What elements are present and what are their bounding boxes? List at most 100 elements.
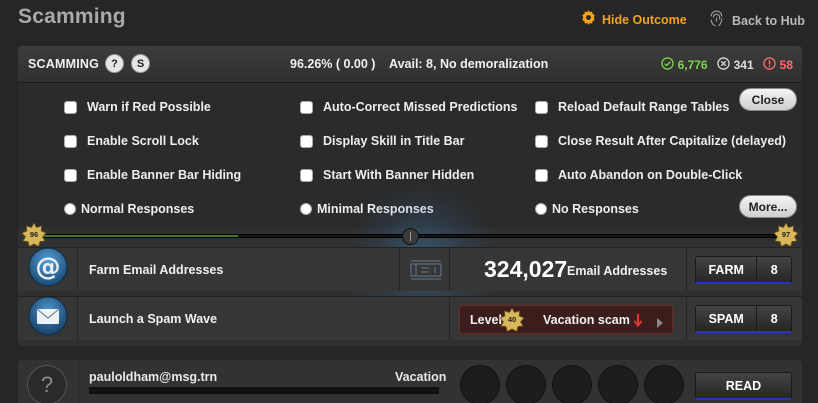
option-warn-red[interactable]: Warn if Red Possible — [64, 100, 211, 114]
progress-slider-handle[interactable] — [402, 228, 419, 245]
checkbox[interactable] — [535, 134, 548, 148]
farm-button[interactable]: FARM 8 — [695, 256, 792, 284]
checkbox[interactable] — [64, 134, 77, 148]
checkbox[interactable] — [300, 168, 313, 182]
email-count: 324,027 — [484, 256, 568, 282]
checkbox[interactable] — [535, 168, 548, 182]
checkbox[interactable] — [64, 168, 77, 182]
top-bar: Scamming Hide Outcome Back to Hub — [0, 0, 818, 38]
radio[interactable] — [64, 203, 76, 215]
at-sign-icon: @ — [28, 247, 68, 292]
back-to-hub-button[interactable]: Back to Hub — [708, 10, 805, 32]
availability-text: Avail: 8, No demoralization — [389, 57, 549, 71]
slot — [598, 365, 638, 403]
column-divider — [449, 297, 450, 340]
down-arrow-icon — [633, 313, 643, 332]
close-button[interactable]: Close — [739, 88, 797, 111]
row-icon-cell: @ — [18, 247, 78, 292]
progress-fill — [36, 235, 238, 237]
row-label: Farm Email Addresses — [89, 263, 224, 277]
level-badge: 40 — [499, 307, 525, 332]
scamming-panel: SCAMMING ? S 96.26% ( 0.00 ) Avail: 8, N… — [18, 46, 802, 346]
checkbox[interactable] — [64, 100, 77, 114]
scam-type-selector[interactable]: Level 40 Vacation scam — [459, 305, 673, 334]
alert-count: 58 — [762, 57, 793, 73]
email-target-card: ? pauloldham@msg.trn Vacation READ — [18, 360, 802, 403]
option-scroll-lock[interactable]: Enable Scroll Lock — [64, 134, 199, 148]
hide-outcome-label: Hide Outcome — [602, 13, 687, 27]
help-button[interactable]: ? — [105, 54, 124, 73]
column-divider — [78, 360, 79, 403]
option-label: Auto-Correct Missed Predictions — [323, 100, 518, 114]
radio[interactable] — [300, 203, 312, 215]
more-button[interactable]: More... — [739, 195, 797, 218]
gear-icon — [581, 10, 596, 30]
option-auto-correct[interactable]: Auto-Correct Missed Predictions — [300, 100, 517, 114]
target-progress-bar — [89, 387, 439, 394]
scam-type-label: Vacation scam — [543, 313, 630, 327]
option-close-result[interactable]: Close Result After Capitalize (delayed) — [535, 134, 786, 148]
slot — [552, 365, 592, 403]
target-email: pauloldham@msg.trn — [89, 370, 218, 384]
alert-count-value: 58 — [779, 58, 793, 72]
radio-label: Normal Responses — [81, 202, 195, 216]
read-button[interactable]: READ — [695, 372, 792, 400]
checkbox[interactable] — [535, 100, 548, 114]
chevron-right-icon[interactable] — [656, 315, 664, 333]
slot — [460, 365, 500, 403]
alert-circle-icon — [762, 57, 776, 73]
level-value: 40 — [507, 315, 517, 324]
envelope-icon — [28, 296, 68, 341]
option-label: Start With Banner Hidden — [323, 168, 475, 182]
radio-minimal-responses[interactable]: Minimal Responses — [300, 202, 434, 216]
option-auto-abandon[interactable]: Auto Abandon on Double-Click — [535, 168, 742, 182]
outcome-counts: 6,776 341 58 — [657, 57, 793, 73]
spam-quantity: 8 — [756, 306, 791, 331]
column-divider — [399, 248, 400, 291]
radio-label: Minimal Responses — [317, 202, 434, 216]
hide-outcome-button[interactable]: Hide Outcome — [581, 10, 687, 30]
spam-button[interactable]: SPAM 8 — [695, 305, 792, 333]
option-banner-hidden[interactable]: Start With Banner Hidden — [300, 168, 474, 182]
success-rate: 96.26% ( 0.00 ) — [290, 57, 376, 71]
fail-count-value: 341 — [733, 58, 754, 72]
slot — [506, 365, 546, 403]
level-progress-bar: 96 97 — [18, 223, 802, 247]
checkbox[interactable] — [300, 134, 313, 148]
panel-header: SCAMMING ? S 96.26% ( 0.00 ) Avail: 8, N… — [18, 46, 802, 83]
target-tag: Vacation — [395, 370, 447, 384]
radio-no-responses[interactable]: No Responses — [535, 202, 639, 216]
level-label: Level — [470, 313, 502, 327]
receipt-icon[interactable] — [409, 260, 443, 285]
page-title: Scamming — [18, 5, 126, 28]
option-display-skill[interactable]: Display Skill in Title Bar — [300, 134, 465, 148]
current-level-badge: 96 — [22, 223, 46, 247]
column-divider — [686, 248, 687, 291]
x-circle-icon — [716, 57, 730, 73]
check-circle-icon — [660, 57, 674, 73]
radio-normal-responses[interactable]: Normal Responses — [64, 202, 194, 216]
spam-wave-row: Launch a Spam Wave Level 40 Vacation sca… — [18, 296, 802, 340]
dollar-button[interactable]: S — [131, 54, 150, 73]
email-count-unit: Email Addresses — [567, 264, 668, 278]
back-to-hub-label: Back to Hub — [732, 14, 805, 28]
checkbox[interactable] — [300, 100, 313, 114]
options-panel: Warn if Red Possible Enable Scroll Lock … — [18, 84, 802, 228]
svg-text:@: @ — [35, 252, 60, 281]
farm-button-label: FARM — [708, 263, 744, 277]
row-icon-cell — [18, 296, 78, 341]
read-button-label: READ — [725, 379, 762, 393]
column-divider — [449, 248, 450, 291]
option-banner-hiding[interactable]: Enable Banner Bar Hiding — [64, 168, 241, 182]
option-label: Enable Scroll Lock — [87, 134, 199, 148]
farm-emails-row: @ Farm Email Addresses 324,027 Email Add… — [18, 247, 802, 291]
panel-title: SCAMMING — [28, 57, 100, 71]
next-level-value: 97 — [781, 230, 791, 239]
success-count: 6,776 — [660, 57, 708, 73]
success-count-value: 6,776 — [677, 58, 708, 72]
option-reload-tables[interactable]: Reload Default Range Tables — [535, 100, 729, 114]
radio[interactable] — [535, 203, 547, 215]
unknown-avatar-icon: ? — [27, 365, 67, 403]
option-label: Warn if Red Possible — [87, 100, 211, 114]
farm-quantity: 8 — [756, 257, 791, 282]
